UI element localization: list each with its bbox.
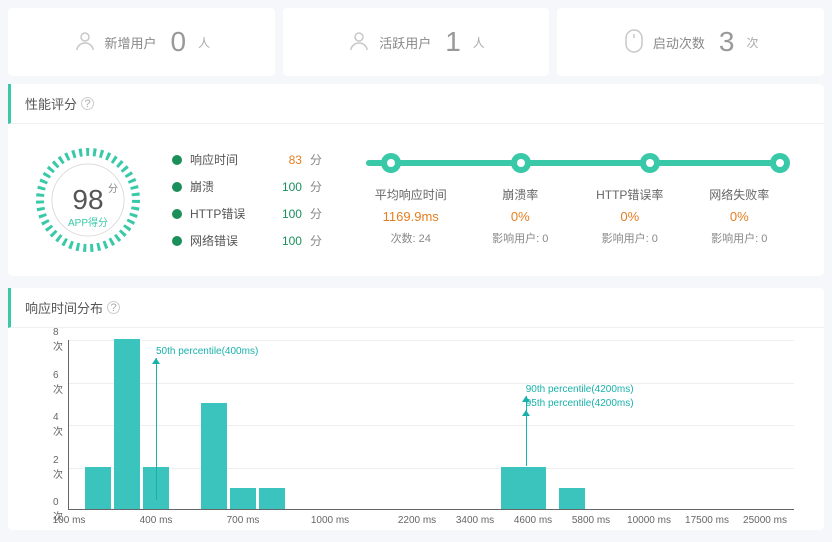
x-tick: 25000 ms <box>743 515 787 526</box>
y-tick: 6次 <box>53 370 63 396</box>
metric-name: 网络错误 <box>190 232 274 249</box>
panel-header: 响应时间分布 ? <box>8 288 824 328</box>
track-col-title: 平均响应时间 <box>356 186 466 203</box>
stat-unit: 次 <box>746 34 758 51</box>
x-tick: 100 ms <box>53 515 86 526</box>
chart-bar[interactable] <box>520 467 546 510</box>
stat-value: 0 <box>171 26 187 58</box>
user-icon <box>347 29 371 56</box>
track-column: HTTP错误率 0% 影响用户: 0 <box>575 186 685 246</box>
dot-icon <box>172 236 182 246</box>
percentile-annotation: 90th percentile(4200ms) <box>526 384 634 395</box>
metric-unit: 分 <box>310 151 322 168</box>
x-tick: 17500 ms <box>685 515 729 526</box>
metric-score: 100 <box>282 234 302 248</box>
mouse-icon <box>623 28 645 57</box>
panel-header: 性能评分 ? <box>8 84 824 124</box>
track-node[interactable] <box>640 153 660 173</box>
metric-score: 100 <box>282 180 302 194</box>
gauge-score: 98 <box>28 184 148 216</box>
stat-label: 活跃用户 <box>379 33 431 52</box>
chart-bar[interactable] <box>114 339 140 509</box>
distribution-panel: 响应时间分布 ? 0次2次4次6次8次100 ms400 ms700 ms100… <box>8 288 824 530</box>
track-column: 崩溃率 0% 影响用户: 0 <box>466 186 576 246</box>
y-tick: 4次 <box>53 412 63 438</box>
stats-row: 新增用户 0 人 活跃用户 1 人 启动次数 3 次 <box>0 0 832 84</box>
stat-unit: 人 <box>198 34 210 51</box>
track-node[interactable] <box>511 153 531 173</box>
metric-name: 崩溃 <box>190 178 274 195</box>
response-time-chart: 0次2次4次6次8次100 ms400 ms700 ms1000 ms2200 … <box>68 340 794 510</box>
stat-active-users: 活跃用户 1 人 <box>283 8 550 76</box>
track-column: 网络失败率 0% 影响用户: 0 <box>685 186 795 246</box>
stat-label: 新增用户 <box>105 33 157 52</box>
metric-unit: 分 <box>310 232 322 249</box>
track-column: 平均响应时间 1169.9ms 次数: 24 <box>356 186 466 246</box>
x-tick: 700 ms <box>227 515 260 526</box>
score-panel: 性能评分 ? 98 分 APP得分 响应时间 83 分 崩溃 100 分 HTTP错… <box>8 84 824 276</box>
stat-label: 启动次数 <box>653 33 705 52</box>
track-col-value: 0% <box>685 209 795 224</box>
x-tick: 2200 ms <box>398 515 436 526</box>
metric-unit: 分 <box>310 205 322 222</box>
dot-icon <box>172 209 182 219</box>
chart-bar[interactable] <box>85 467 111 510</box>
dot-icon <box>172 155 182 165</box>
track-col-value: 1169.9ms <box>356 209 466 224</box>
stat-launches: 启动次数 3 次 <box>557 8 824 76</box>
x-tick: 400 ms <box>140 515 173 526</box>
y-tick: 8次 <box>53 327 63 353</box>
metric-row: 崩溃 100 分 <box>172 178 322 195</box>
percentile-annotation: 50th percentile(400ms) <box>156 346 258 357</box>
metric-row: 网络错误 100 分 <box>172 232 322 249</box>
stat-value: 1 <box>445 26 461 58</box>
metric-row: 响应时间 83 分 <box>172 151 322 168</box>
x-tick: 10000 ms <box>627 515 671 526</box>
track-section: 平均响应时间 1169.9ms 次数: 24崩溃率 0% 影响用户: 0HTTP… <box>346 154 804 246</box>
stat-new-users: 新增用户 0 人 <box>8 8 275 76</box>
panel-title: 响应时间分布 <box>25 298 103 317</box>
user-icon <box>73 29 97 56</box>
track-col-sub: 影响用户: 0 <box>575 230 685 246</box>
x-tick: 4600 ms <box>514 515 552 526</box>
track-col-sub: 影响用户: 0 <box>685 230 795 246</box>
track-col-value: 0% <box>466 209 576 224</box>
metric-name: HTTP错误 <box>190 205 274 222</box>
stat-value: 3 <box>719 26 735 58</box>
metric-row: HTTP错误 100 分 <box>172 205 322 222</box>
score-gauge: 98 分 APP得分 <box>28 140 148 260</box>
stat-unit: 人 <box>473 34 485 51</box>
track-col-sub: 次数: 24 <box>356 230 466 246</box>
help-icon[interactable]: ? <box>107 301 120 314</box>
x-tick: 1000 ms <box>311 515 349 526</box>
track-node[interactable] <box>770 153 790 173</box>
track-col-title: 崩溃率 <box>466 186 576 203</box>
dot-icon <box>172 182 182 192</box>
y-tick: 2次 <box>53 455 63 481</box>
metric-unit: 分 <box>310 178 322 195</box>
metrics-list: 响应时间 83 分 崩溃 100 分 HTTP错误 100 分 网络错误 100 分 <box>172 151 322 249</box>
track-col-title: 网络失败率 <box>685 186 795 203</box>
metric-score: 83 <box>289 153 302 167</box>
help-icon[interactable]: ? <box>81 97 94 110</box>
progress-track <box>366 160 784 166</box>
gauge-suffix: 分 <box>108 180 118 195</box>
panel-title: 性能评分 <box>25 94 77 113</box>
track-col-title: HTTP错误率 <box>575 186 685 203</box>
chart-bar[interactable] <box>559 488 585 509</box>
chart-bar[interactable] <box>230 488 256 509</box>
track-col-sub: 影响用户: 0 <box>466 230 576 246</box>
chart-bar[interactable] <box>201 403 227 509</box>
track-col-value: 0% <box>575 209 685 224</box>
x-tick: 5800 ms <box>572 515 610 526</box>
x-tick: 3400 ms <box>456 515 494 526</box>
chart-bar[interactable] <box>259 488 285 509</box>
metric-name: 响应时间 <box>190 151 281 168</box>
gauge-label: APP得分 <box>28 214 148 229</box>
track-node[interactable] <box>381 153 401 173</box>
percentile-annotation: 95th percentile(4200ms) <box>526 398 634 409</box>
metric-score: 100 <box>282 207 302 221</box>
